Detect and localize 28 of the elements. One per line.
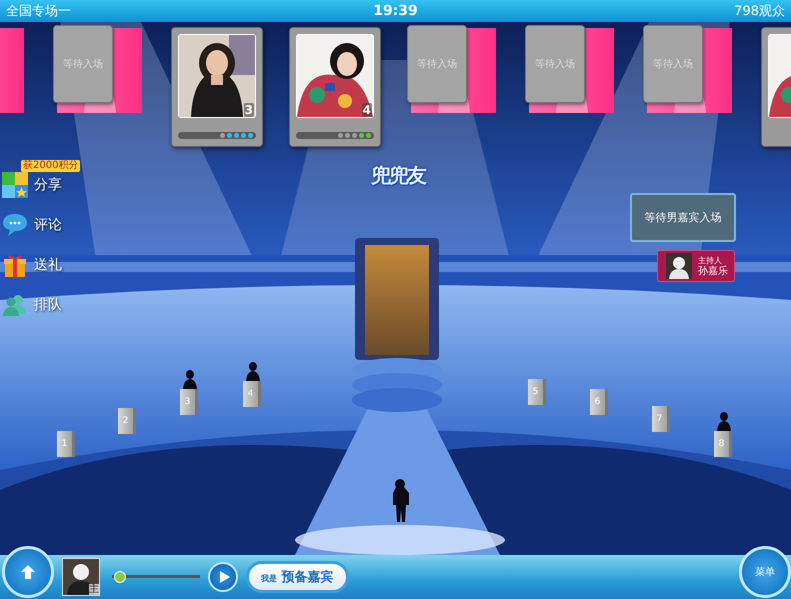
podium: 4 [243,381,261,407]
host-name: 孙嘉乐 [698,266,728,277]
app-logo: 兜兜友 [371,162,425,188]
role-tag: 主 [89,584,99,595]
guest-button[interactable]: 我是 预备嘉宾 [246,561,349,593]
podium: 2 [118,408,136,434]
guest-card[interactable]: 4 [289,27,381,147]
side-menu-item[interactable]: 排队 [0,285,68,325]
points-badge: 获2000积分 [21,160,80,172]
status-message: 等待男嘉宾入场 [630,193,736,242]
side-menu-item[interactable]: 送礼 [0,245,68,285]
podium: 7 [652,406,670,432]
host-tag[interactable]: 主持人 孙嘉乐 [657,250,735,282]
host-role: 主持人 [698,255,723,266]
podium: 5 [528,379,546,405]
guest-card[interactable]: 3 [171,27,263,147]
guest-number: 3 [244,103,254,117]
side-menu-item[interactable]: 评论 [0,205,68,245]
podium: 8 [714,431,732,457]
podium: 1 [57,431,75,457]
podium: 6 [590,389,608,415]
podium: 3 [180,389,198,415]
clock-time: 19:39 [373,3,418,19]
user-avatar[interactable]: 主 [62,558,100,596]
guest-number: 4 [362,103,372,117]
audience-count: 798观众 [734,3,785,20]
venue-name: 全国专场一 [6,3,72,20]
menu-button[interactable]: 菜单 [739,546,791,598]
